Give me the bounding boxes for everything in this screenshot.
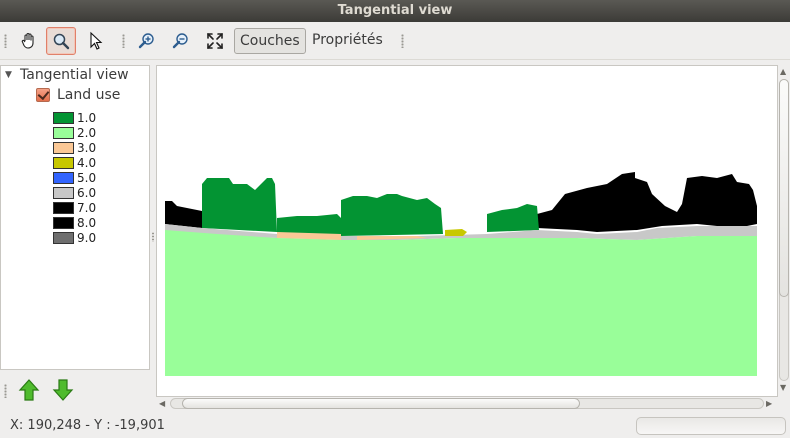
land-use-patch xyxy=(165,230,757,376)
scroll-thumb[interactable] xyxy=(182,398,580,409)
window-title: Tangential view xyxy=(0,0,790,22)
legend-swatch xyxy=(53,111,74,124)
legend-item: 3.0 xyxy=(53,140,96,155)
zoom-out-button[interactable] xyxy=(166,27,196,55)
toolbar-grip[interactable] xyxy=(4,384,7,398)
zoom-in-icon xyxy=(138,33,154,49)
legend-item: 7.0 xyxy=(53,200,96,215)
tree-root[interactable]: ▼ Tangential view xyxy=(5,67,129,83)
legend-label: 4.0 xyxy=(77,155,97,170)
scroll-down-icon[interactable]: ▼ xyxy=(780,383,786,392)
legend-swatch xyxy=(53,171,74,184)
toolbar-grip[interactable] xyxy=(122,34,125,48)
arrow-cursor-icon xyxy=(90,31,103,50)
select-tool-button[interactable] xyxy=(81,27,111,55)
legend-label: 2.0 xyxy=(77,125,97,140)
layer-visibility-checkbox[interactable] xyxy=(36,88,50,102)
zoom-in-button[interactable] xyxy=(132,27,162,55)
hand-pan-icon xyxy=(21,32,34,49)
layer-item-land-use[interactable]: Land use xyxy=(36,87,120,103)
legend-swatch xyxy=(53,141,74,154)
legend-label: 9.0 xyxy=(77,230,97,245)
status-bar: X: 190,248 - Y : -19,901 xyxy=(0,414,790,438)
legend-item: 6.0 xyxy=(53,185,96,200)
panel-splitter-handle[interactable] xyxy=(151,232,155,242)
toolbar: Couches Propriétés xyxy=(0,22,790,60)
legend-swatch xyxy=(53,186,74,199)
land-use-patch xyxy=(445,229,467,236)
horizontal-scrollbar[interactable]: ◀ ▶ xyxy=(156,397,778,411)
land-use-patch xyxy=(487,204,539,232)
legend-swatch xyxy=(53,216,74,229)
app-window: Tangential view Couches Propriétés ▼ Tan… xyxy=(0,0,790,438)
zoom-tool-button[interactable] xyxy=(46,27,76,55)
land-use-render xyxy=(165,172,757,376)
green-down-arrow-icon[interactable] xyxy=(52,378,74,402)
map-canvas[interactable] xyxy=(156,65,778,397)
legend-swatch xyxy=(53,231,74,244)
layers-panel: ▼ Tangential view Land use 1.0 2.0 3.0 4.0 5… xyxy=(0,65,150,433)
toolbar-grip[interactable] xyxy=(401,34,404,48)
progress-bar xyxy=(636,417,786,435)
legend-item: 9.0 xyxy=(53,230,96,245)
legend-item: 1.0 xyxy=(53,110,96,125)
couches-button[interactable]: Couches xyxy=(234,28,306,54)
proprietes-button[interactable]: Propriétés xyxy=(307,28,388,54)
land-use-patch xyxy=(537,172,757,232)
legend-label: 8.0 xyxy=(77,215,97,230)
toolbar-grip[interactable] xyxy=(4,34,7,48)
coordinates-readout: X: 190,248 - Y : -19,901 xyxy=(10,418,165,433)
layer-label: Land use xyxy=(57,87,121,103)
magnifier-icon xyxy=(53,33,70,50)
scroll-thumb[interactable] xyxy=(779,79,789,297)
legend-item: 5.0 xyxy=(53,170,96,185)
vertical-scrollbar[interactable]: ▲ ▼ xyxy=(778,65,790,397)
land-use-patch xyxy=(165,201,202,228)
land-use-patch xyxy=(202,178,277,232)
legend: 1.0 2.0 3.0 4.0 5.0 6.0 7.0 8.0 9.0 xyxy=(53,110,96,245)
legend-swatch xyxy=(53,126,74,139)
full-extent-button[interactable] xyxy=(200,27,230,55)
legend-swatch xyxy=(53,201,74,214)
scroll-up-icon[interactable]: ▲ xyxy=(780,67,786,76)
layer-order-controls xyxy=(0,372,150,408)
expand-arrow-icon[interactable]: ▼ xyxy=(5,70,17,80)
tree-root-label: Tangential view xyxy=(20,67,129,83)
legend-label: 7.0 xyxy=(77,200,97,215)
legend-label: 5.0 xyxy=(77,170,97,185)
legend-item: 4.0 xyxy=(53,155,96,170)
legend-label: 1.0 xyxy=(77,110,97,125)
fit-extent-icon xyxy=(207,33,223,49)
pan-tool-button[interactable] xyxy=(14,27,44,55)
green-up-arrow-icon[interactable] xyxy=(18,378,40,402)
tangential-view-area: ▲ ▼ ◀ ▶ xyxy=(156,65,790,411)
legend-label: 3.0 xyxy=(77,140,97,155)
legend-item: 8.0 xyxy=(53,215,96,230)
land-use-patch xyxy=(341,194,443,236)
legend-swatch xyxy=(53,156,74,169)
scroll-right-icon[interactable]: ▶ xyxy=(766,399,772,408)
zoom-out-icon xyxy=(172,33,188,49)
scroll-left-icon[interactable]: ◀ xyxy=(159,399,165,408)
legend-label: 6.0 xyxy=(77,185,97,200)
legend-item: 2.0 xyxy=(53,125,96,140)
